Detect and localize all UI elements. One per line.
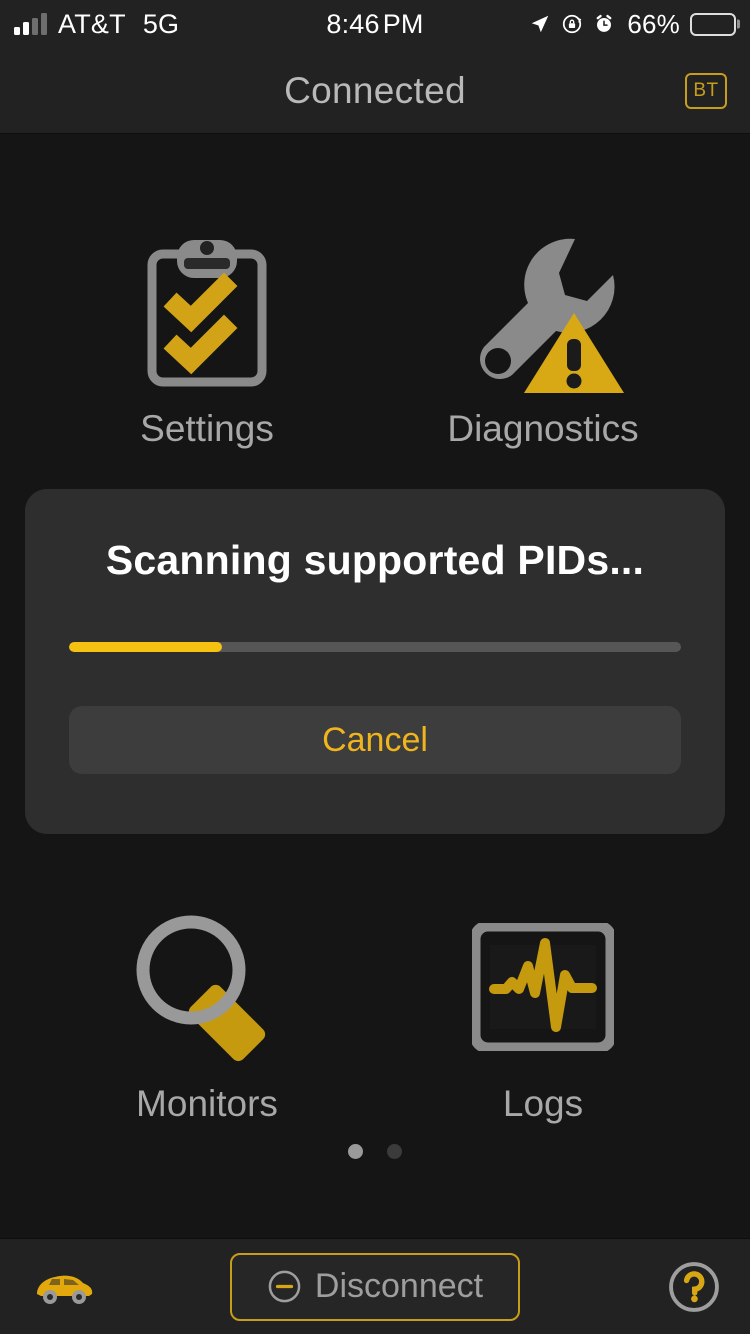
app-header: Connected BT [0,48,750,134]
progress-bar-wrap [69,641,681,652]
network-type-label: 5G [142,8,180,39]
tile-monitors[interactable]: Monitors [77,897,337,1125]
tile-label-diagnostics: Diagnostics [447,408,639,449]
bluetooth-status-badge[interactable]: BT [685,72,727,109]
status-bar: AT&T 5G 8:46 PM 66% [0,0,750,48]
tile-diagnostics[interactable]: Diagnostics [413,222,673,450]
bottom-bar: Disconnect [0,1238,750,1334]
status-bar-left: AT&T 5G [0,9,179,40]
page-dot-2[interactable] [387,1144,402,1159]
progress-bar-track [69,641,681,652]
cancel-button[interactable]: Cancel [69,706,681,774]
location-arrow-icon [532,15,549,33]
page-indicator-dots[interactable] [0,1144,750,1159]
app-root: AT&T 5G 8:46 PM 66% Connected BT Setting… [0,0,750,1334]
scanning-dialog: Scanning supported PIDs... Cancel [25,489,725,834]
disconnect-label: Disconnect [314,1267,484,1305]
magnifier-icon [128,897,286,1077]
disconnect-button[interactable]: Disconnect [230,1252,520,1321]
tile-label-monitors: Monitors [136,1083,278,1124]
tile-settings[interactable]: Settings [77,222,337,450]
waveform-monitor-icon [472,897,614,1077]
main-content: Settings Diagnostics Monitors Logs Scann… [0,134,750,1238]
clock-ampm: PM [382,8,424,39]
page-title: Connected [284,69,466,111]
clock-time: 8:46 [326,8,380,39]
alarm-clock-icon [596,14,612,32]
battery-icon [690,12,736,36]
tile-label-settings: Settings [140,408,274,449]
question-mark-circle-icon[interactable] [667,1260,721,1314]
status-bar-right: 66% [529,9,750,40]
progress-bar-fill [69,641,222,652]
cellular-signal-icon [14,13,47,35]
page-dot-1[interactable] [348,1144,363,1159]
dialog-title: Scanning supported PIDs... [105,537,645,583]
minus-circle-icon [268,1270,301,1303]
battery-percent-label: 66% [627,8,680,39]
tile-logs[interactable]: Logs [413,897,673,1125]
car-icon[interactable] [33,1267,95,1307]
carrier-label: AT&T [58,8,126,39]
rotation-lock-icon [563,14,582,34]
tile-label-logs: Logs [502,1083,584,1124]
wrench-warning-icon [462,222,624,402]
clipboard-checklist-icon [144,222,270,402]
